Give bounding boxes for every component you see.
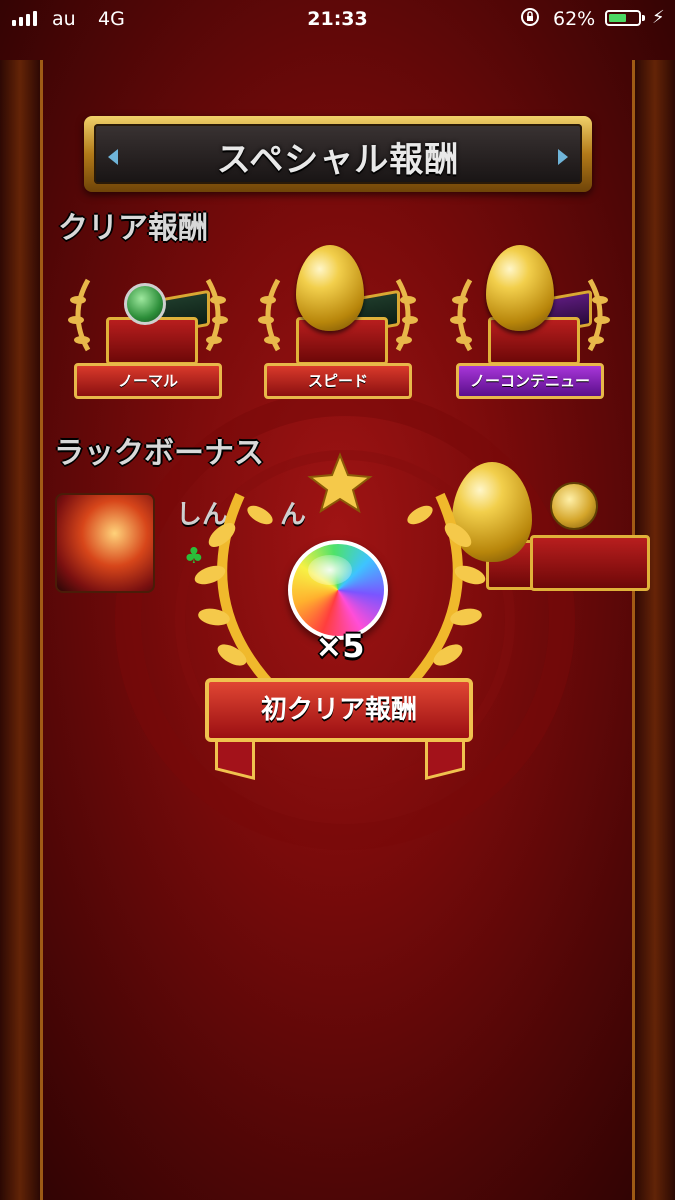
treasure-chest-icon [530, 535, 650, 591]
treasure-chest-icon [106, 317, 198, 365]
battery-percent: 62% [553, 8, 596, 30]
title-banner-plate: スペシャル報酬 [94, 124, 582, 184]
clear-rewards-heading: クリア報酬 [58, 211, 208, 246]
charging-icon: ⚡ [652, 7, 665, 28]
right-frame [632, 60, 675, 1200]
battery-icon [605, 10, 641, 26]
first-clear-reward-popup[interactable]: ×5 初クリア報酬 [170, 445, 510, 785]
reward-speed: スピード [248, 245, 428, 425]
reward-normal: ノーマル [58, 255, 238, 425]
title-banner: スペシャル報酬 [84, 116, 592, 192]
gold-coin-icon [550, 482, 598, 530]
battery-tip [642, 15, 645, 21]
reward-ribbon: ノーマル [74, 363, 222, 399]
banner-right-arrow-icon [558, 149, 568, 165]
rotation-lock-icon [521, 8, 539, 26]
rainbow-orb-icon [288, 540, 388, 640]
page-title: スペシャル報酬 [216, 140, 460, 180]
left-frame [0, 60, 43, 1200]
reward-ribbon: スピード [264, 363, 412, 399]
green-orb-icon [124, 283, 166, 325]
battery-fill [609, 14, 626, 22]
orb-shine [308, 555, 352, 585]
first-clear-ribbon: 初クリア報酬 [205, 678, 473, 742]
player-avatar [55, 493, 155, 593]
reward-ribbon: ノーコンテニュー [456, 363, 604, 399]
reward-no-continue: ノーコンテニュー [440, 245, 620, 425]
reward-count: ×5 [315, 627, 365, 665]
status-bar: au 4G 21:33 62% ⚡ [0, 0, 675, 36]
